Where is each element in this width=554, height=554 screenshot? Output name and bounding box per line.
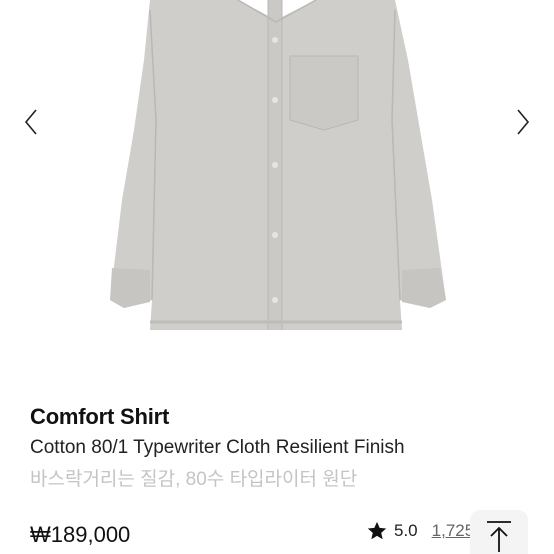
next-image-button[interactable] xyxy=(508,104,538,140)
prev-image-button[interactable] xyxy=(16,104,46,140)
chevron-left-icon xyxy=(24,109,37,135)
product-description: 바스락거리는 질감, 80수 타입라이터 원단 xyxy=(30,469,358,490)
product-rating: 5.0 1,725 xyxy=(366,519,474,543)
rating-score: 5.0 xyxy=(394,521,418,540)
product-info: Comfort Shirt Cotton 80/1 Typewriter Clo… xyxy=(30,400,530,494)
scroll-to-top-button[interactable] xyxy=(470,510,528,554)
review-count-link[interactable]: 1,725 xyxy=(432,521,475,541)
product-subtitle: Cotton 80/1 Typewriter Cloth Resilient F… xyxy=(30,437,405,458)
star-icon xyxy=(367,521,387,540)
product-price: ₩189,000 xyxy=(30,522,131,547)
product-image-gallery[interactable] xyxy=(0,0,554,380)
product-image xyxy=(110,0,446,330)
product-title: Comfort Shirt xyxy=(30,404,170,429)
chevron-right-icon xyxy=(517,109,530,135)
arrow-up-icon xyxy=(487,521,511,552)
